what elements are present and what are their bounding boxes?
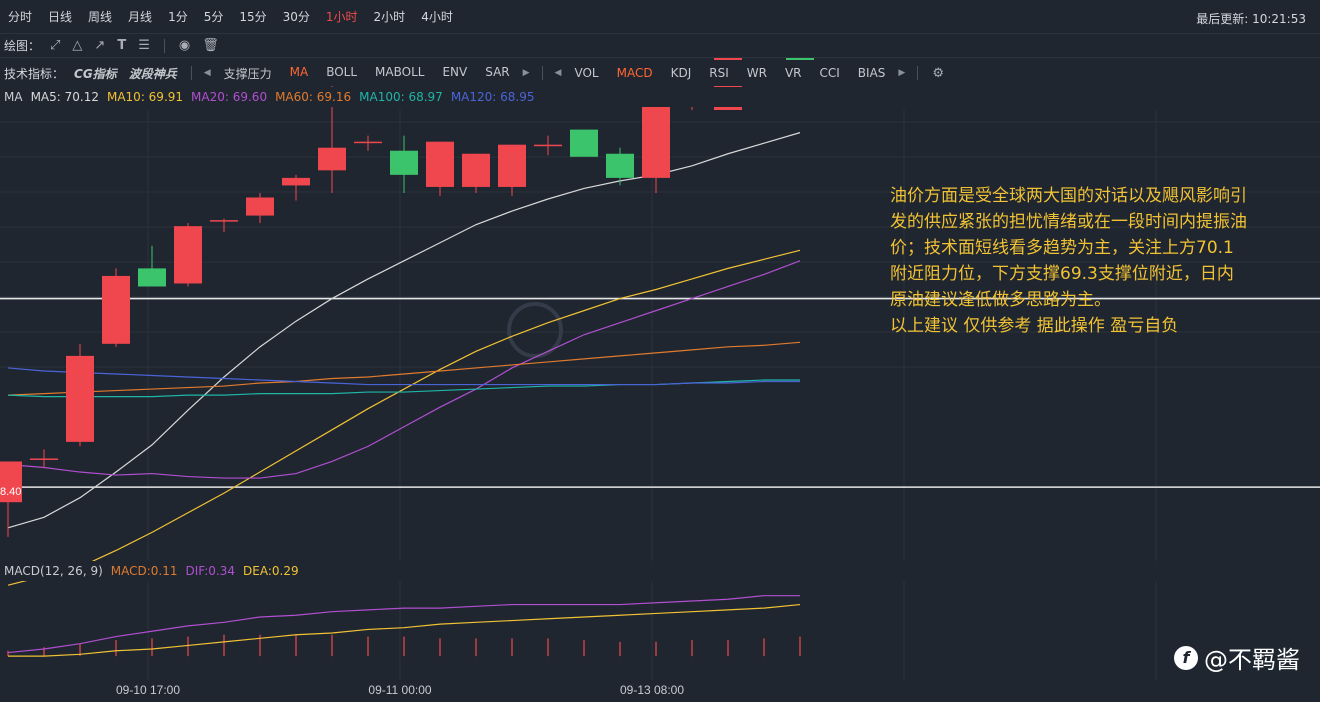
candle-body [66, 355, 94, 442]
trash-icon[interactable]: 🗑 [196, 38, 225, 53]
main-indicator-5[interactable]: SAR [476, 65, 518, 82]
candle-body [30, 458, 58, 460]
candle-body [174, 226, 202, 284]
candle-body [354, 141, 382, 144]
indicator-label: 技术指标： [4, 66, 65, 81]
candle-body [102, 275, 130, 344]
sub-indicator-7[interactable]: BIAS [849, 66, 895, 80]
candle-body [390, 150, 418, 175]
ma-legend-item-1: MA10: 69.91 [106, 90, 184, 104]
author-logo-icon: f [1174, 645, 1198, 670]
sub-indicator-0[interactable]: VOL [565, 66, 607, 80]
sub-indicator-1[interactable]: MACD [608, 66, 662, 80]
timeframe-tab-8[interactable]: 1小时 [318, 8, 366, 25]
candle-body [534, 144, 562, 147]
divider [190, 66, 192, 80]
last-update: 最后更新: 10:21:53 [1196, 12, 1306, 26]
candle-body [498, 144, 526, 187]
ma-legend-item-3: MA60: 69.16 [275, 90, 352, 104]
main-indicator-1[interactable]: MA [281, 65, 318, 82]
author-name: @不羁酱 [1204, 646, 1300, 674]
candle-body [462, 153, 490, 187]
main-indicator-list: 支撑压力 MA BOLL MABOLL ENV SAR [215, 65, 519, 82]
line-segment-icon[interactable]: ⤢ [44, 38, 66, 53]
x-tick-label: 09-11 00:00 [368, 683, 431, 697]
candle-body [318, 147, 346, 171]
sub-indicator-2[interactable]: KDJ [662, 66, 701, 80]
author-watermark: f @不羁酱 [1174, 640, 1300, 675]
candle-body [138, 268, 166, 287]
ma-legend-item-0: MA5: 70.12 [30, 90, 99, 104]
draw-label: 绘图： [4, 39, 41, 53]
macd-legend-name: MACD(12, 26, 9) [4, 564, 103, 578]
timeframe-tab-9[interactable]: 2小时 [366, 8, 414, 25]
main-indicator-4[interactable]: ENV [433, 65, 476, 82]
x-tick-label: 09-10 17:00 [116, 683, 180, 697]
candle-body [606, 153, 634, 178]
main-indicator-3[interactable]: MABOLL [366, 65, 433, 82]
analysis-text: 油价方面是受全球两大国的对话以及飓风影响引发的供应紧张的担忧情绪或在一段时间内提… [890, 183, 1250, 339]
candle-body [570, 129, 598, 157]
sub-indicator-4[interactable]: WR [738, 66, 776, 80]
watermark-logo-icon [507, 302, 563, 358]
timeframe-list: 分时 日线 周线 月线 1分 5分 15分 30分 1小时 2小时 4小时 [0, 8, 461, 25]
scroll-right-icon[interactable]: ▶ [519, 68, 534, 78]
disclaimer-text: 以上建议 仅供参考 据此操作 盈亏自负 [890, 316, 1179, 336]
timeframe-tab-0[interactable]: 分时 [0, 8, 40, 25]
macd-legend-item-1: DIF:0.34 [185, 564, 236, 578]
ma-legend-item-4: MA100: 68.97 [359, 90, 443, 104]
text-tool-icon[interactable]: T [111, 38, 132, 53]
price-marker: 8.40 [0, 486, 21, 498]
sub-indicator-5[interactable]: VR [776, 66, 811, 80]
arrow-icon[interactable]: ↗ [88, 38, 111, 53]
timeframe-tab-2[interactable]: 周线 [80, 8, 120, 25]
fibonacci-icon[interactable]: ☰ [132, 38, 156, 53]
main-indicator-0[interactable]: 支撑压力 [215, 65, 281, 82]
sub-indicator-list: VOL MACD KDJ RSI WR VR CCI BIAS [565, 66, 894, 80]
sub-indicator-3[interactable]: RSI [700, 66, 738, 80]
settings-gear-icon[interactable]: ⚙ [926, 66, 950, 81]
cg-indicator-button[interactable]: CG指标 [68, 65, 123, 82]
eye-icon[interactable]: ◉ [173, 38, 196, 53]
ma-line-MA100 [7, 379, 800, 398]
ma-legend-items: MA5: 70.12 MA10: 69.91 MA20: 69.60 MA60: 69… [27, 90, 539, 104]
wave-indicator-button[interactable]: 波段神兵 [123, 65, 183, 82]
ma-legend-item-5: MA120: 68.95 [450, 90, 535, 104]
macd-legend-item-0: MACD:0.11 [110, 564, 178, 578]
macd-legend-item-2: DEA:0.29 [243, 564, 299, 578]
timeframe-tab-3[interactable]: 月线 [120, 8, 160, 25]
candle-body [642, 105, 670, 178]
timeframe-tab-4[interactable]: 1分 [160, 8, 196, 25]
indicator-toolbar: 技术指标： CG指标 波段神兵 ◀ 支撑压力 MA BOLL MABOLL ENV SAR… [0, 60, 1320, 86]
draw-toolbar: 绘图： ⤢ △ ↗ T ☰ ◉ 🗑 [0, 34, 1320, 58]
timeframe-tab-6[interactable]: 15分 [231, 8, 274, 25]
timeframe-tab-10[interactable]: 4小时 [413, 8, 461, 25]
macd-legend-items: MACD:0.11 DIF:0.34 DEA:0.29 [107, 564, 303, 578]
ma-line-MA60 [7, 341, 801, 396]
divider [917, 66, 919, 80]
candle-body [246, 197, 274, 216]
candle-body [282, 177, 310, 186]
scroll-right-icon[interactable]: ▶ [894, 68, 909, 78]
timeframe-tab-5[interactable]: 5分 [196, 8, 232, 25]
scroll-left-icon[interactable]: ◀ [200, 68, 215, 78]
ma-legend: MA MA5: 70.12 MA10: 69.91 MA20: 69.60 MA60:… [0, 87, 1320, 107]
timeframe-tab-1[interactable]: 日线 [40, 8, 80, 25]
candle-body [210, 220, 238, 222]
main-indicator-2[interactable]: BOLL [317, 65, 366, 82]
x-tick-label: 09-13 08:00 [620, 683, 684, 697]
sub-indicator-6[interactable]: CCI [811, 66, 849, 80]
analysis-paragraph: 油价方面是受全球两大国的对话以及飓风影响引发的供应紧张的担忧情绪或在一段时间内提… [890, 186, 1247, 310]
scroll-left-icon[interactable]: ◀ [551, 68, 566, 78]
candle-body [426, 141, 454, 187]
triangle-icon[interactable]: △ [66, 38, 88, 53]
ma-legend-item-2: MA20: 69.60 [191, 90, 268, 104]
timeframe-tab-7[interactable]: 30分 [275, 8, 318, 25]
timeframe-bar: 分时 日线 周线 月线 1分 5分 15分 30分 1小时 2小时 4小时 最后更新: 10:21:… [0, 0, 1320, 34]
ma-legend-name: MA [4, 90, 23, 104]
ma-line-MA120 [7, 367, 800, 386]
macd-legend: MACD(12, 26, 9) MACD:0.11 DIF:0.34 DEA:0.2… [0, 561, 1320, 581]
divider [163, 38, 165, 53]
divider [541, 66, 543, 80]
